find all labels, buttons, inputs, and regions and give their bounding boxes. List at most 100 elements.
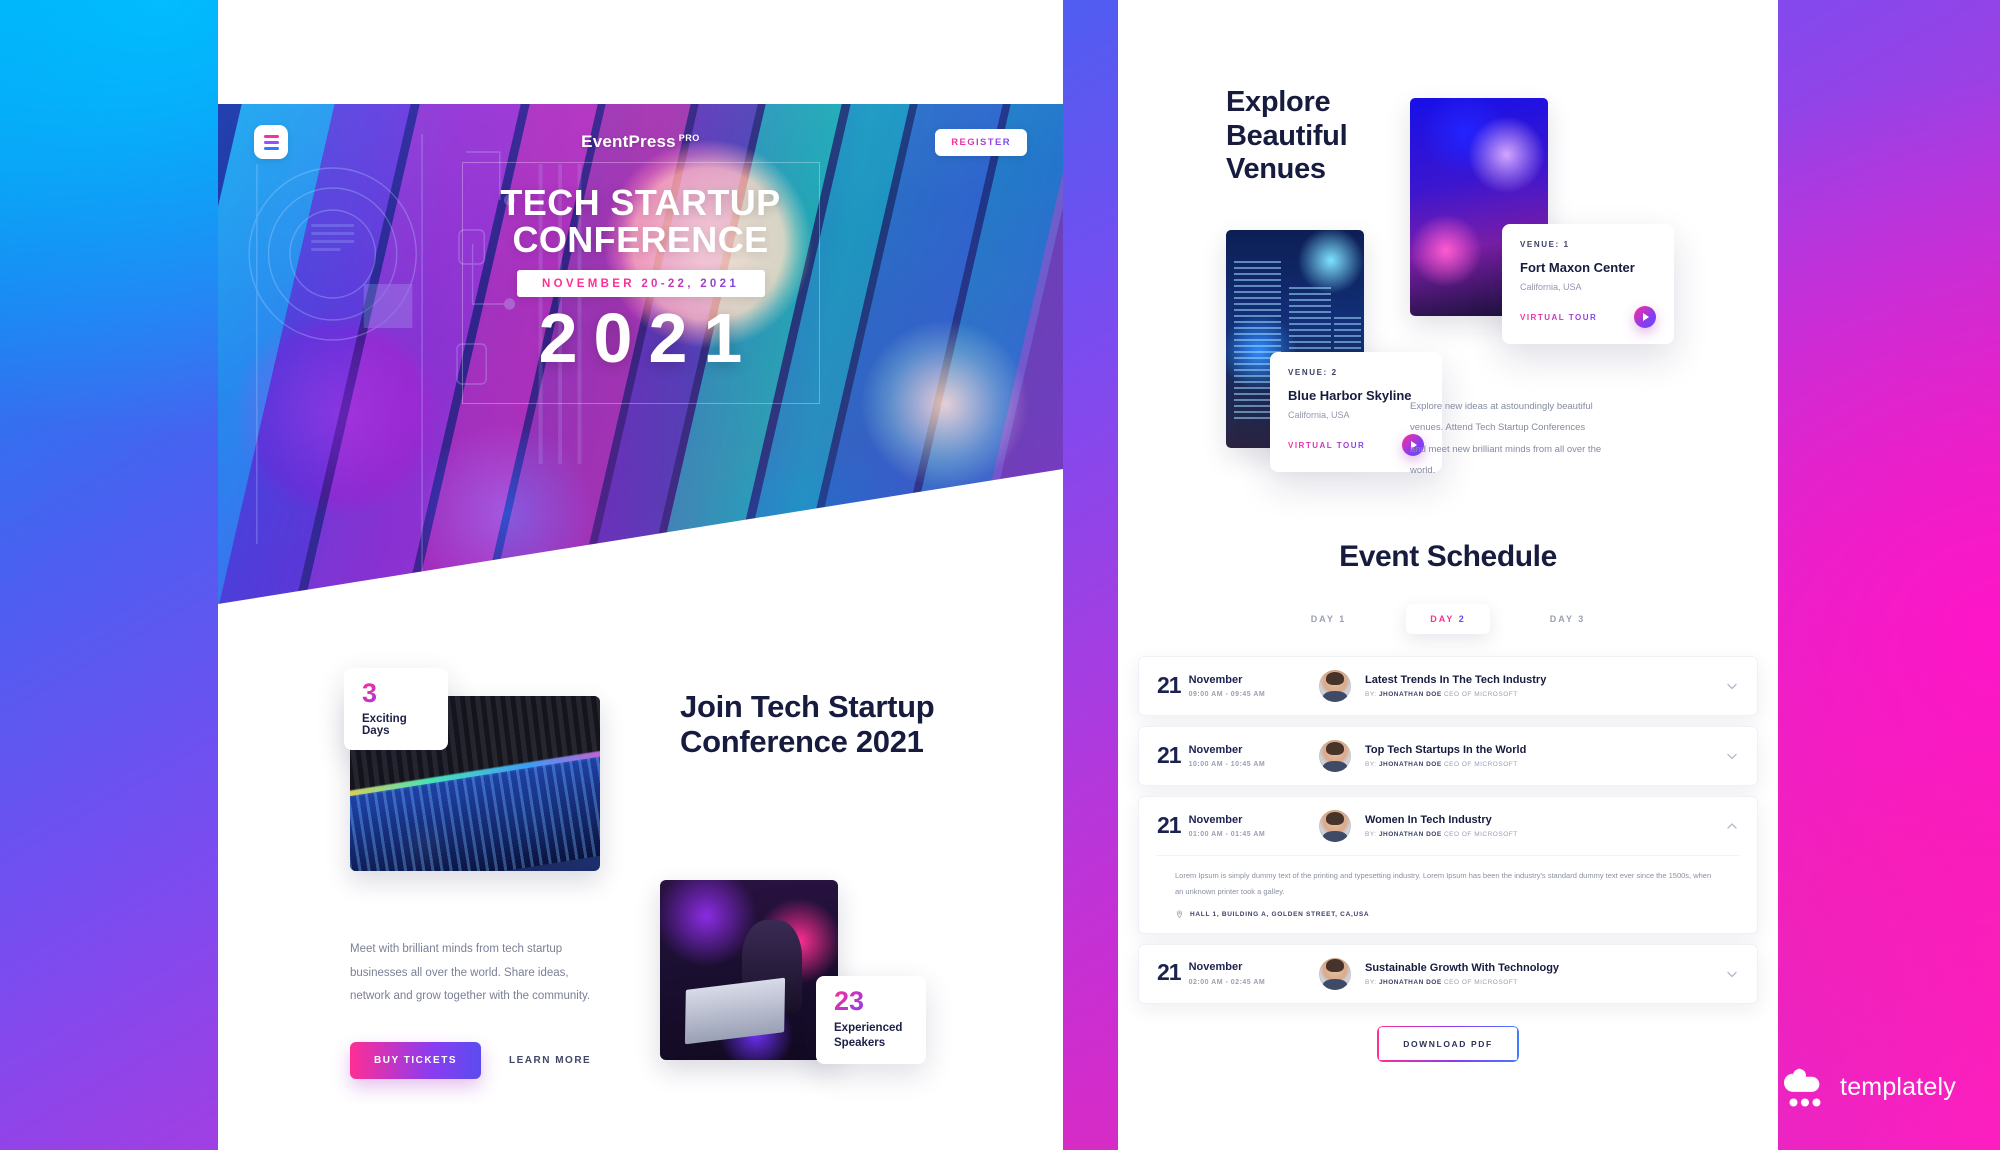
speaker-name: JHONATHAN DOE bbox=[1378, 978, 1442, 986]
schedule-item-speaker: BY: JHONATHAN DOE CEO OF MICROSOFT bbox=[1365, 979, 1711, 986]
venue-2-number: VENUE: 2 bbox=[1288, 368, 1338, 377]
schedule-item-date: 21 November 10:00 AM - 10:45 AM bbox=[1157, 741, 1305, 768]
schedule-item-row: 21 November 09:00 AM - 09:45 AM Latest T… bbox=[1139, 657, 1757, 715]
venue-1-number: VENUE: 1 bbox=[1520, 240, 1570, 249]
venues-section: Explore Beautiful Venues VENUE: 1 Fort M… bbox=[1118, 74, 1778, 514]
schedule-item-date: 21 November 02:00 AM - 02:45 AM bbox=[1157, 959, 1305, 986]
stat-days-number: 3 bbox=[362, 680, 430, 707]
venue-1-virtual-tour-link[interactable]: VIRTUAL TOUR bbox=[1520, 313, 1597, 322]
venue-1-location: California, USA bbox=[1520, 282, 1582, 292]
venues-paragraph: Explore new ideas at astoundingly beauti… bbox=[1410, 401, 1602, 477]
schedule-item-speaker: BY: JHONATHAN DOE CEO OF MICROSOFT bbox=[1365, 761, 1711, 768]
speaker-role: CEO OF MICROSOFT bbox=[1443, 831, 1518, 838]
speaker-prefix: BY: bbox=[1365, 831, 1377, 838]
register-button-label: REGISTER bbox=[951, 136, 1011, 148]
templately-wordmark: templately bbox=[1840, 1072, 1956, 1101]
schedule-item-details: Lorem Ipsum is simply dummy text of the … bbox=[1157, 855, 1739, 933]
download-pdf-button[interactable]: DOWNLOAD PDF bbox=[1377, 1025, 1519, 1062]
tab-day-2-label-a: DAY bbox=[1430, 614, 1455, 624]
join-paragraph: Meet with brilliant minds from tech star… bbox=[350, 943, 591, 1003]
hamburger-menu-icon[interactable] bbox=[254, 125, 288, 159]
hero-title-line1: TECH STARTUP bbox=[500, 182, 781, 223]
hero-headline-block: TECH STARTUP CONFERENCE NOVEMBER 20-22, … bbox=[461, 162, 820, 405]
hero-banner: EventPress PRO REGISTER TECH STARTUP CON… bbox=[218, 104, 1063, 604]
right-page-panel: Explore Beautiful Venues VENUE: 1 Fort M… bbox=[1118, 0, 1778, 1150]
schedule-item-row: 21 November 02:00 AM - 02:45 AM Sustaina… bbox=[1139, 945, 1757, 1003]
speaker-prefix: BY: bbox=[1365, 691, 1377, 698]
speaker-name: JHONATHAN DOE bbox=[1378, 761, 1442, 768]
day-tabs: DAY 1 DAY 2 DAY 3 bbox=[1118, 604, 1778, 634]
join-secondary-image bbox=[660, 880, 838, 1060]
speaker-prefix: BY: bbox=[1365, 978, 1377, 986]
schedule-item-title: Latest Trends In The Tech Industry bbox=[1365, 674, 1547, 686]
schedule-item[interactable]: 21 November 10:00 AM - 10:45 AM Top Tech… bbox=[1138, 726, 1758, 786]
templately-watermark: templately bbox=[1780, 1066, 1956, 1108]
chevron-down-icon[interactable] bbox=[1725, 749, 1739, 763]
join-text-block: Join Tech Startup Conference 2021 bbox=[680, 689, 940, 759]
speaker-name: JHONATHAN DOE bbox=[1378, 691, 1442, 698]
stat-card-experienced-speakers: 23 Experienced Speakers bbox=[816, 976, 926, 1064]
download-pdf-label: DOWNLOAD PDF bbox=[1403, 1038, 1493, 1049]
download-pdf-wrap: DOWNLOAD PDF bbox=[1118, 1025, 1778, 1062]
schedule-item-speaker: BY: JHONATHAN DOE CEO OF MICROSOFT bbox=[1365, 831, 1711, 838]
speaker-role: CEO OF MICROSOFT bbox=[1443, 691, 1518, 698]
schedule-item-date: 21 November 01:00 AM - 01:45 AM bbox=[1157, 811, 1305, 839]
play-icon[interactable] bbox=[1634, 306, 1656, 328]
schedule-item-title: Women In Tech Industry bbox=[1365, 814, 1492, 826]
schedule-item-description: Lorem Ipsum is simply dummy text of the … bbox=[1175, 871, 1712, 896]
venue-2-name: Blue Harbor Skyline bbox=[1288, 388, 1412, 403]
schedule-item-time: 02:00 AM - 02:45 AM bbox=[1188, 978, 1266, 986]
schedule-item-meta: Latest Trends In The Tech Industry BY: J… bbox=[1365, 674, 1711, 698]
avatar bbox=[1319, 670, 1351, 702]
register-button[interactable]: REGISTER bbox=[935, 128, 1027, 156]
buy-tickets-button[interactable]: BUY TICKETS bbox=[350, 1042, 481, 1079]
venue-2-footer: VIRTUAL TOUR bbox=[1288, 434, 1424, 456]
tab-day-1[interactable]: DAY 1 bbox=[1287, 604, 1371, 634]
templately-cloud-icon bbox=[1784, 1068, 1821, 1107]
venue-2-virtual-tour-link[interactable]: VIRTUAL TOUR bbox=[1288, 441, 1365, 450]
hero-title: TECH STARTUP CONFERENCE bbox=[475, 182, 807, 258]
schedule-item-location: HALL 1, BUILDING A, GOLDEN STREET, CA,US… bbox=[1175, 910, 1721, 919]
schedule-item-month: November bbox=[1188, 961, 1243, 974]
brand-pro-badge: PRO bbox=[678, 133, 700, 143]
hero-top-bar: EventPress PRO REGISTER bbox=[218, 104, 1063, 180]
schedule-item-date: 21 November 09:00 AM - 09:45 AM bbox=[1157, 671, 1305, 698]
stat-card-exciting-days: 3 Exciting Days bbox=[344, 668, 448, 750]
buy-tickets-label: BUY TICKETS bbox=[374, 1055, 457, 1066]
join-actions: BUY TICKETS LEARN MORE bbox=[350, 1042, 591, 1079]
schedule-item[interactable]: 21 November 02:00 AM - 02:45 AM Sustaina… bbox=[1138, 943, 1758, 1004]
join-section: 3 Exciting Days Join Tech Startup Confer… bbox=[218, 660, 1063, 1120]
chevron-up-icon[interactable] bbox=[1725, 819, 1739, 833]
join-heading: Join Tech Startup Conference 2021 bbox=[680, 689, 935, 759]
venue-1-footer: VIRTUAL TOUR bbox=[1520, 306, 1656, 328]
speaker-role: CEO OF MICROSOFT bbox=[1443, 978, 1518, 986]
schedule-item-month: November bbox=[1188, 743, 1243, 756]
avatar bbox=[1319, 740, 1351, 772]
schedule-item-day: 21 bbox=[1157, 741, 1182, 768]
schedule-list: 21 November 09:00 AM - 09:45 AM Latest T… bbox=[1118, 656, 1778, 1004]
chevron-down-icon[interactable] bbox=[1725, 679, 1739, 693]
venue-1-name: Fort Maxon Center bbox=[1520, 260, 1635, 275]
schedule-item-day: 21 bbox=[1157, 671, 1182, 698]
schedule-item-day: 21 bbox=[1157, 959, 1182, 986]
schedule-item-expanded[interactable]: 21 November 01:00 AM - 01:45 AM Women In… bbox=[1138, 796, 1758, 934]
venue-card-1[interactable]: VENUE: 1 Fort Maxon Center California, U… bbox=[1502, 224, 1674, 344]
hero-date-badge: NOVEMBER 20-22, 2021 bbox=[516, 270, 765, 298]
map-pin-icon bbox=[1176, 910, 1183, 918]
learn-more-link[interactable]: LEARN MORE bbox=[509, 1055, 591, 1066]
tab-day-2-label-b: 2 bbox=[1458, 614, 1466, 624]
tab-day-1-label: DAY 1 bbox=[1310, 614, 1347, 624]
schedule-item[interactable]: 21 November 09:00 AM - 09:45 AM Latest T… bbox=[1138, 656, 1758, 716]
left-page-panel: EventPress PRO REGISTER TECH STARTUP CON… bbox=[218, 0, 1063, 1150]
schedule-item-day: 21 bbox=[1157, 811, 1182, 838]
schedule-item-row: 21 November 01:00 AM - 01:45 AM Women In… bbox=[1139, 797, 1757, 855]
chevron-down-icon[interactable] bbox=[1725, 967, 1739, 981]
speaker-role: CEO OF MICROSOFT bbox=[1443, 761, 1518, 768]
schedule-item-time: 01:00 AM - 01:45 AM bbox=[1188, 831, 1266, 839]
schedule-item-meta: Top Tech Startups In the World BY: JHONA… bbox=[1365, 744, 1711, 768]
tab-day-3[interactable]: DAY 3 bbox=[1526, 604, 1610, 634]
schedule-item-title: Top Tech Startups In the World bbox=[1365, 744, 1527, 756]
schedule-item-speaker: BY: JHONATHAN DOE CEO OF MICROSOFT bbox=[1365, 691, 1711, 698]
tab-day-2[interactable]: DAY 2 bbox=[1406, 604, 1490, 634]
schedule-item-meta: Women In Tech Industry BY: JHONATHAN DOE… bbox=[1365, 814, 1711, 838]
